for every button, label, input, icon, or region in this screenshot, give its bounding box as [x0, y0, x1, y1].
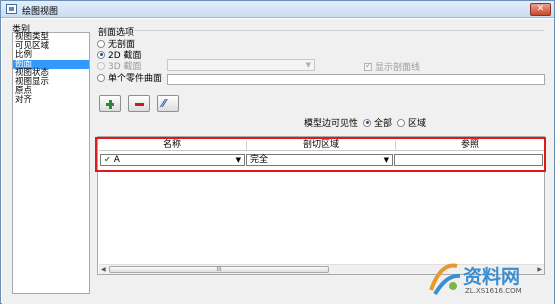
section-name-value: A [113, 155, 120, 165]
single-part-surface-field[interactable] [167, 74, 545, 85]
drawing-view-dialog: 绘图视图 ✕ 类别 视图类型 可见区域 比例 剖面 视图状态 视图显示 原点 对… [0, 0, 555, 304]
title-bar: 绘图视图 ✕ [1, 1, 554, 18]
model-edge-visibility: 模型边可见性 全部 区域 [304, 116, 426, 129]
scroll-left-icon[interactable]: ◀ [101, 266, 106, 273]
column-header-reference[interactable]: 参照 [396, 140, 544, 151]
section-table: 名称 剖切区域 参照 ✔ A ▼ 完全 ▼ ◀ III ▶ [97, 136, 545, 275]
checkbox-icon[interactable] [364, 61, 372, 71]
visibility-label: 模型边可见性 [304, 119, 359, 129]
show-section-lines-checkbox[interactable]: 显示剖面线 [364, 60, 420, 73]
plus-icon-vertical [108, 100, 112, 109]
3d-section-dropdown[interactable]: ▼ [167, 59, 315, 71]
radio-single-part-surface[interactable]: 单个零件曲面 [97, 72, 163, 84]
show-section-lines-label: 显示剖面线 [375, 63, 421, 73]
section-name-dropdown[interactable]: ✔ A ▼ [100, 154, 245, 166]
checkmark-icon: ✔ [104, 155, 111, 164]
chevron-down-icon: ▼ [383, 156, 389, 164]
section-reference-cell[interactable] [394, 154, 543, 166]
radio-button-icon[interactable] [97, 73, 105, 82]
flip-icon: ⁄⁄ [162, 97, 166, 110]
section-area-dropdown[interactable]: 完全 ▼ [246, 154, 393, 166]
window-icon [6, 4, 17, 14]
remove-section-button[interactable] [128, 95, 150, 112]
section-area-value: 完全 [250, 155, 269, 165]
watermark-text: 资料网 [463, 266, 521, 288]
radio-button-icon[interactable] [97, 50, 105, 59]
radio-3d-section[interactable]: 3D 截面 [97, 60, 142, 72]
flip-section-button[interactable]: ⁄⁄ [157, 95, 179, 112]
radio-button-icon[interactable] [97, 61, 105, 70]
categories-list[interactable]: 视图类型 可见区域 比例 剖面 视图状态 视图显示 原点 对齐 [12, 32, 90, 294]
radio-all-label[interactable]: 全部 [374, 116, 392, 129]
group-divider [134, 30, 544, 31]
window-title: 绘图视图 [22, 7, 59, 17]
minus-icon [135, 103, 144, 106]
close-button[interactable]: ✕ [530, 3, 551, 16]
watermark: 资料网 ZL.XS1616.COM [421, 258, 551, 303]
column-header-name[interactable]: 名称 [99, 140, 245, 151]
watermark-logo-icon [429, 263, 461, 296]
table-header: 名称 剖切区域 参照 [99, 140, 544, 151]
watermark-url: ZL.XS1616.COM [465, 287, 522, 295]
radio-all-icon[interactable] [363, 118, 372, 127]
radio-area-icon[interactable] [397, 118, 406, 127]
radio-label: 单个零件曲面 [108, 74, 163, 84]
radio-area-label[interactable]: 区域 [408, 116, 426, 129]
chevron-down-icon: ▼ [235, 156, 241, 164]
scrollbar-thumb[interactable]: III [109, 266, 329, 273]
chevron-down-icon: ▼ [305, 61, 311, 69]
add-section-button[interactable] [99, 95, 121, 112]
category-item-alignment[interactable]: 对齐 [13, 96, 89, 105]
radio-button-icon[interactable] [97, 39, 105, 48]
column-header-area[interactable]: 剖切区域 [247, 140, 395, 151]
